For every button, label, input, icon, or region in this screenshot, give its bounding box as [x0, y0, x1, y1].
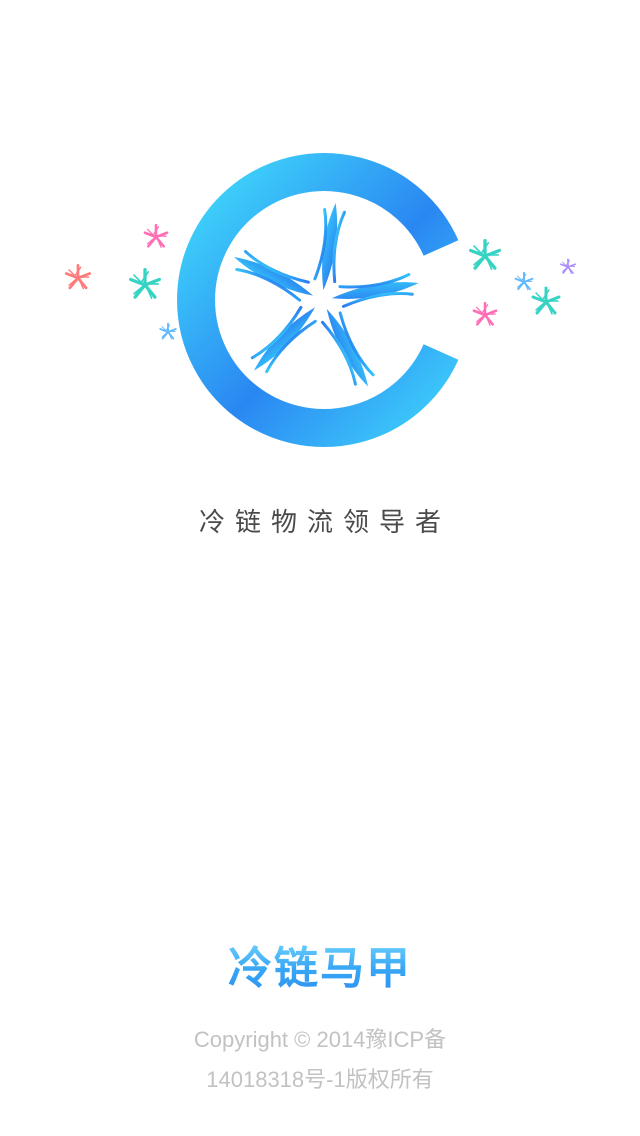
splash-screen: 冷链物流领导者 冷链马甲 Copyright © 2014豫ICP备 14018… [0, 0, 640, 1136]
copyright-line-1: Copyright © 2014豫ICP备 [193, 1027, 447, 1052]
app-logo [0, 150, 640, 450]
copyright-line-2: 14018318号-1版权所有 [206, 1067, 434, 1092]
snowflake-c-logo-icon [64, 153, 576, 447]
app-tagline: 冷链物流领导者 [198, 508, 451, 538]
brand-name: 冷链马甲 [0, 932, 640, 996]
copyright-notice: Copyright © 2014豫ICP备 14018318号-1版权所有 [0, 1020, 640, 1100]
